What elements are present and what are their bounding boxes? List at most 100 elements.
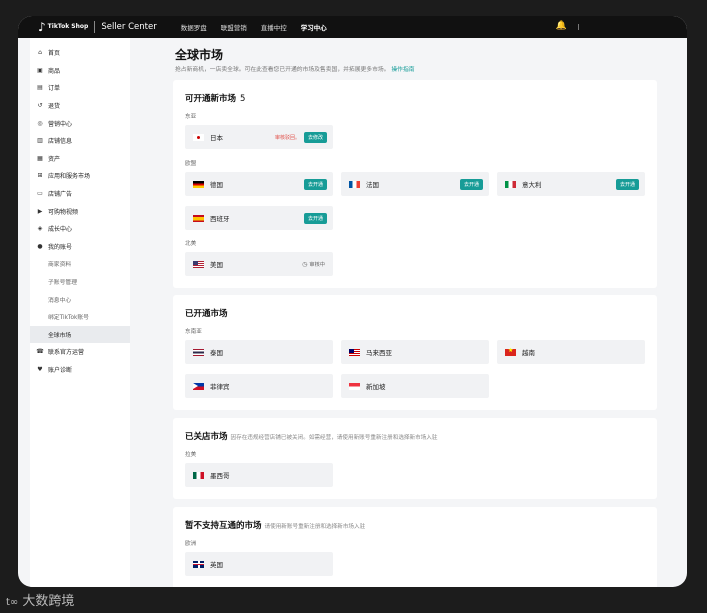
sidebar-item-products[interactable]: ▣ 商品 [30, 62, 130, 80]
order-icon: ▤ [37, 84, 43, 92]
opened-markets-card: 已开通市场 东南亚 泰国 马来西亚 越南 菲律宾 新加坡 [173, 295, 657, 410]
card-note: 因存在违规经营店铺已被关闭。如需经营，请使用新账号重新注册和选择新市场入驻 [230, 435, 438, 441]
asset-icon: ▦ [37, 154, 43, 162]
uk-flag-icon [193, 560, 204, 568]
sidebar-item-videos[interactable]: ▶ 可购物视频 [30, 202, 130, 220]
sidebar-item-label: 退货 [48, 103, 61, 111]
card-title: 可开通新市场 5 [185, 92, 245, 104]
sidebar-item-ads[interactable]: ▭ 店铺广告 [30, 185, 130, 203]
market-card-thailand[interactable]: 泰国 [185, 340, 333, 364]
topnav-item-learning[interactable]: 学习中心 [301, 22, 327, 32]
diagnosis-icon: ♥ [37, 365, 43, 373]
sidebar-item-label: 资产 [48, 155, 61, 163]
market-card-japan: 日本 审核驳回。 去修改 [185, 125, 333, 149]
card-title: 已开通市场 [185, 309, 228, 319]
spain-flag-icon [193, 214, 204, 222]
sidebar-item-label: 我的账号 [48, 243, 73, 251]
market-card-france: 法国 去开通 [341, 172, 489, 196]
market-name: 泰国 [210, 349, 223, 357]
sidebar-item-label: 账户诊断 [48, 366, 73, 374]
page-description-text: 抢占新商机，一店卖全球。可在此查看您已开通的市场及售卖国，并拓展更多市场。 [175, 67, 390, 73]
open-market-button[interactable]: 去开通 [303, 178, 327, 190]
sidebar-item-assets[interactable]: ▦ 资产 [30, 150, 130, 168]
modify-button[interactable]: 去修改 [303, 131, 327, 143]
watermark-text: 大数跨境 [22, 594, 75, 609]
market-card-singapore[interactable]: 新加坡 [341, 374, 489, 398]
sidebar-item-marketing[interactable]: ◎ 营销中心 [30, 114, 130, 132]
region-label: 东南亚 [185, 329, 202, 335]
logo-brand: TikTok Shop [47, 23, 89, 30]
market-card-spain: 西班牙 去开通 [185, 206, 333, 230]
guide-link[interactable]: 操作指南 [391, 67, 414, 73]
app-name: Seller Center [101, 22, 157, 32]
market-card-germany: 德国 去开通 [185, 172, 333, 196]
mexico-flag-icon [193, 471, 204, 479]
usa-flag-icon [193, 260, 204, 268]
germany-flag-icon [193, 180, 204, 188]
open-market-button[interactable]: 去开通 [303, 212, 327, 224]
sidebar-subitem-bind-tiktok[interactable]: 绑定TikTok账号 [30, 308, 130, 326]
sidebar-item-label: 应用和服务市场 [48, 173, 91, 181]
sidebar-item-label: 可购物视频 [48, 208, 79, 216]
sidebar-subitem-merchant-profile[interactable]: 商家资料 [30, 255, 130, 273]
market-name: 法国 [366, 181, 379, 189]
watermark-logo-icon: t∞ [6, 597, 19, 608]
sidebar-item-orders[interactable]: ▤ 订单 [30, 79, 130, 97]
market-card-uk[interactable]: 英国 [185, 552, 333, 576]
card-title: 已关店市场 因存在违规经营店铺已被关闭。如需经营，请使用新账号重新注册和选择新市场… [185, 430, 438, 442]
logo[interactable]: ♪ TikTok Shop Seller Center [38, 20, 157, 34]
contact-icon: ☎ [36, 348, 44, 356]
card-title: 暂不支持互通的市场 请使用新账号重新注册和选择新市场入驻 [185, 519, 365, 531]
topnav-item-live[interactable]: 直播中控 [261, 22, 287, 32]
market-name: 意大利 [522, 181, 542, 189]
growth-icon: ◈ [37, 225, 43, 233]
sidebar-item-label: 订单 [48, 85, 61, 93]
apps-icon: ⊞ [37, 172, 43, 180]
sidebar-item-apps[interactable]: ⊞ 应用和服务市场 [30, 167, 130, 185]
market-card-usa: 美国 ◷ 审核中 [185, 252, 333, 276]
tiktok-logo-icon: ♪ [38, 20, 46, 34]
watermark: t∞ 大数跨境 [6, 590, 74, 609]
bell-icon[interactable]: 🔔 [556, 21, 567, 31]
home-icon: ⌂ [38, 49, 42, 57]
product-icon: ▣ [37, 66, 43, 74]
sidebar-item-growth[interactable]: ◈ 成长中心 [30, 220, 130, 238]
market-name: 美国 [210, 261, 223, 269]
sidebar-item-diagnosis[interactable]: ♥ 账户诊断 [30, 361, 130, 379]
market-name: 英国 [210, 561, 223, 569]
market-card-mexico[interactable]: 墨西哥 [185, 463, 333, 487]
region-label: 北美 [185, 241, 197, 247]
market-name: 德国 [210, 181, 223, 189]
sidebar-item-store-info[interactable]: ▥ 店铺信息 [30, 132, 130, 150]
market-name: 马来西亚 [366, 349, 392, 357]
return-icon: ↺ [37, 102, 43, 110]
sidebar-item-contact[interactable]: ☎ 联系官方运营 [30, 343, 130, 361]
store-icon: ▥ [37, 137, 43, 145]
market-name: 菲律宾 [210, 383, 230, 391]
sidebar-item-account[interactable]: ● 我的账号 [30, 238, 130, 256]
open-market-button[interactable]: 去开通 [459, 178, 483, 190]
singapore-flag-icon [349, 382, 360, 390]
market-card-philippines[interactable]: 菲律宾 [185, 374, 333, 398]
topnav-item-compass[interactable]: 数据罗盘 [181, 22, 207, 32]
sidebar: ⌂ 首页 ▣ 商品 ▤ 订单 ↺ 退货 ◎ 营销中心 ▥ 店铺信息 ▦ 资产 ⊞ 应用和服务市场… [30, 38, 130, 587]
japan-flag-icon [193, 133, 204, 141]
sidebar-item-label: 营销中心 [48, 120, 73, 128]
sidebar-item-home[interactable]: ⌂ 首页 [30, 44, 130, 62]
sidebar-item-returns[interactable]: ↺ 退货 [30, 97, 130, 115]
market-card-vietnam[interactable]: 越南 [497, 340, 645, 364]
closed-markets-card: 已关店市场 因存在违规经营店铺已被关闭。如需经营，请使用新账号重新注册和选择新市场… [173, 418, 657, 499]
market-card-malaysia[interactable]: 马来西亚 [341, 340, 489, 364]
sidebar-subitem-messages[interactable]: 消息中心 [30, 290, 130, 308]
available-count: 5 [240, 94, 246, 104]
vietnam-flag-icon [505, 347, 516, 356]
unsupported-markets-card: 暂不支持互通的市场 请使用新账号重新注册和选择新市场入驻 欧洲 英国 [173, 507, 657, 587]
italy-flag-icon [505, 180, 516, 188]
page-description: 抢占新商机，一店卖全球。可在此查看您已开通的市场及售卖国，并拓展更多市场。 操作… [175, 64, 415, 73]
region-label: 拉美 [185, 452, 197, 458]
open-market-button[interactable]: 去开通 [615, 178, 639, 190]
topnav-item-affiliate[interactable]: 联盟营销 [221, 22, 247, 32]
sidebar-item-label: 店铺广告 [48, 191, 73, 199]
sidebar-subitem-sub-accounts[interactable]: 子账号管理 [30, 273, 130, 291]
sidebar-subitem-global-markets[interactable]: 全球市场 [30, 325, 130, 344]
